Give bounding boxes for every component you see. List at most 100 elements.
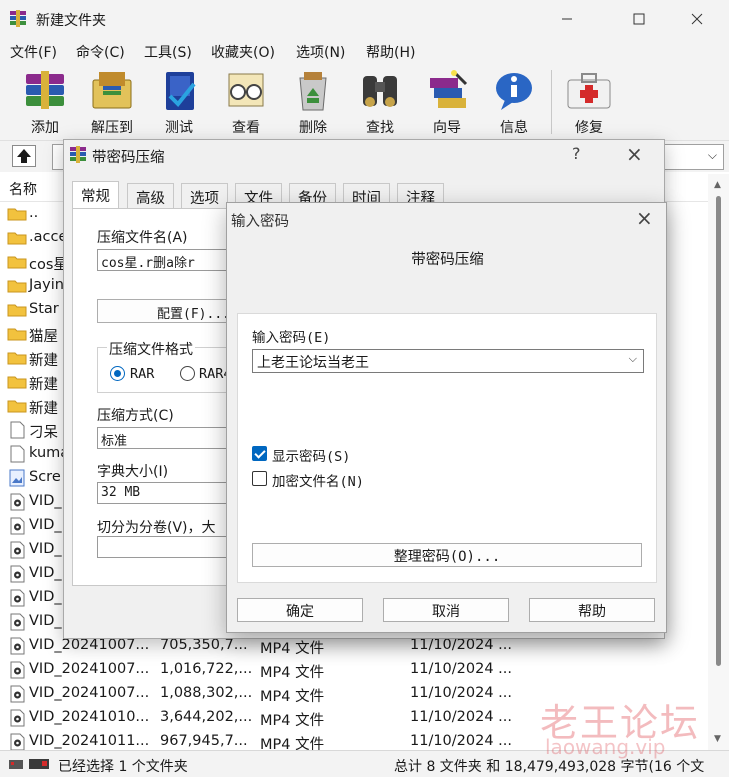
file-size: 1,016,722,... — [160, 661, 253, 677]
show-password-label: 显示密码(S) — [272, 449, 351, 465]
toolbar-add-button[interactable]: 添加 — [12, 66, 78, 138]
folder-icon — [7, 396, 27, 416]
close-button[interactable] — [674, 0, 720, 38]
password-dialog-close-icon[interactable]: × — [636, 206, 653, 230]
password-dialog: 输入密码 × 带密码压缩 输入密码(E) 上老王论坛当老王 ⌵ 显示密码(S) … — [226, 202, 667, 633]
dictionary-size-select[interactable]: 32 MB — [97, 482, 237, 504]
split-volumes-field[interactable] — [97, 536, 237, 558]
toolbar-test-label: 测试 — [165, 120, 193, 136]
scroll-down-icon: ▼ — [714, 734, 721, 744]
document-icon — [7, 444, 27, 464]
menu-commands[interactable]: 命令(C) — [76, 42, 125, 62]
file-type: MP4 文件 — [260, 713, 325, 729]
up-folder-button[interactable] — [12, 145, 36, 167]
help-icon[interactable]: ? — [572, 144, 581, 163]
archive-name-field[interactable]: cos星.r删a除r — [97, 249, 237, 271]
encrypt-filenames-checkbox[interactable] — [252, 471, 267, 486]
vertical-scrollbar[interactable]: ▲ ▼ — [708, 174, 729, 750]
toolbar-view-label: 查看 — [232, 120, 260, 136]
folder-icon — [7, 276, 27, 296]
profiles-button[interactable]: 配置(F)... — [97, 299, 237, 323]
archive-name-label: 压缩文件名(A) — [97, 230, 188, 246]
toolbar-wizard-label: 向导 — [433, 120, 461, 136]
file-size: 967,945,7... — [160, 733, 248, 749]
maximize-icon — [633, 13, 645, 25]
toolbar-view-button[interactable]: 查看 — [213, 66, 279, 138]
scroll-up-icon: ▲ — [714, 180, 721, 190]
help-button[interactable]: 帮助 — [529, 598, 655, 622]
minimize-icon — [562, 18, 572, 20]
folder-icon — [7, 372, 27, 392]
compression-method-label: 压缩方式(C) — [97, 408, 174, 424]
tab-advanced[interactable]: 高级 — [127, 183, 174, 209]
window-title: 新建文件夹 — [36, 13, 106, 29]
first-aid-icon — [567, 73, 611, 109]
menu-favorites[interactable]: 收藏夹(O) — [211, 42, 275, 62]
toolbar-extract-button[interactable]: 解压到 — [79, 66, 145, 138]
close-icon — [691, 13, 703, 25]
file-type: MP4 文件 — [260, 689, 325, 705]
toolbar-find-button[interactable]: 查找 — [347, 66, 413, 138]
password-value: 上老王论坛当老王 — [257, 355, 369, 371]
folder-icon — [7, 348, 27, 368]
video-file-icon — [7, 684, 27, 704]
format-rar4-radio[interactable] — [180, 366, 195, 381]
toolbar-repair-label: 修复 — [575, 120, 603, 136]
folder-icon — [7, 228, 27, 248]
file-name: VID_ — [29, 493, 62, 509]
archive-dialog-close-icon[interactable]: × — [626, 142, 643, 166]
format-rar-radio[interactable] — [110, 366, 125, 381]
password-dialog-title: 输入密码 — [231, 214, 289, 230]
compression-method-select[interactable]: 标准 — [97, 427, 237, 449]
toolbar-info-button[interactable]: 信息 — [481, 66, 547, 138]
split-volumes-label: 切分为分卷(V)，大 — [97, 520, 216, 536]
tab-general[interactable]: 常规 — [72, 181, 119, 209]
video-file-icon — [7, 492, 27, 512]
menu-tools[interactable]: 工具(S) — [144, 42, 192, 62]
maximize-button[interactable] — [616, 0, 662, 38]
toolbar-test-button[interactable]: 测试 — [146, 66, 212, 138]
tab-options[interactable]: 选项 — [181, 183, 228, 209]
cancel-button[interactable]: 取消 — [383, 598, 509, 622]
test-book-icon — [166, 72, 196, 110]
column-header-name[interactable]: 名称 — [9, 179, 37, 199]
list-item[interactable]: VID_20241007... 1,016,722,... MP4 文件 11/10/… — [0, 658, 708, 682]
password-panel: 输入密码(E) 上老王论坛当老王 ⌵ 显示密码(S) 加密文件名(N) 整理密码… — [237, 313, 657, 583]
file-name: .. — [29, 205, 39, 221]
video-file-icon — [7, 636, 27, 656]
file-name: .acce — [29, 229, 68, 245]
archive-dialog-title: 带密码压缩 — [92, 150, 165, 166]
file-size: 705,350,7... — [160, 637, 248, 653]
video-file-icon — [7, 516, 27, 536]
file-name: VID_20241007... — [29, 685, 150, 701]
watermark-url: laowang.vip — [545, 735, 666, 759]
folder-icon — [7, 204, 27, 224]
show-password-checkbox[interactable] — [252, 446, 267, 461]
scrollbar-thumb[interactable] — [716, 196, 721, 666]
toolbar-delete-button[interactable]: 删除 — [280, 66, 346, 138]
winrar-app-icon — [70, 146, 86, 163]
toolbar-wizard-button[interactable]: 向导 — [414, 66, 480, 138]
folder-icon — [7, 300, 27, 320]
minimize-button[interactable] — [544, 0, 590, 38]
menu-help[interactable]: 帮助(H) — [366, 42, 415, 62]
toolbar-separator — [551, 70, 552, 134]
binoculars-icon — [363, 76, 397, 107]
chevron-down-icon[interactable]: ⌵ — [629, 352, 637, 366]
menu-file[interactable]: 文件(F) — [10, 42, 57, 62]
menu-options[interactable]: 选项(N) — [296, 42, 345, 62]
arrow-up-icon — [17, 149, 31, 163]
file-name: 刁呆 — [29, 425, 58, 441]
file-date: 11/10/2024 ... — [410, 685, 513, 701]
format-rar-label: RAR — [130, 366, 155, 382]
file-size: 1,088,302,... — [160, 685, 253, 701]
password-input[interactable]: 上老王论坛当老王 ⌵ — [252, 349, 644, 373]
ok-button[interactable]: 确定 — [237, 598, 363, 622]
toolbar-repair-button[interactable]: 修复 — [556, 66, 622, 138]
drive-icon — [9, 760, 23, 769]
toolbar-info-label: 信息 — [500, 120, 528, 136]
file-size: 3,644,202,... — [160, 709, 253, 725]
video-file-icon — [7, 732, 27, 750]
organize-passwords-button[interactable]: 整理密码(O)... — [252, 543, 642, 567]
document-icon — [7, 420, 27, 440]
